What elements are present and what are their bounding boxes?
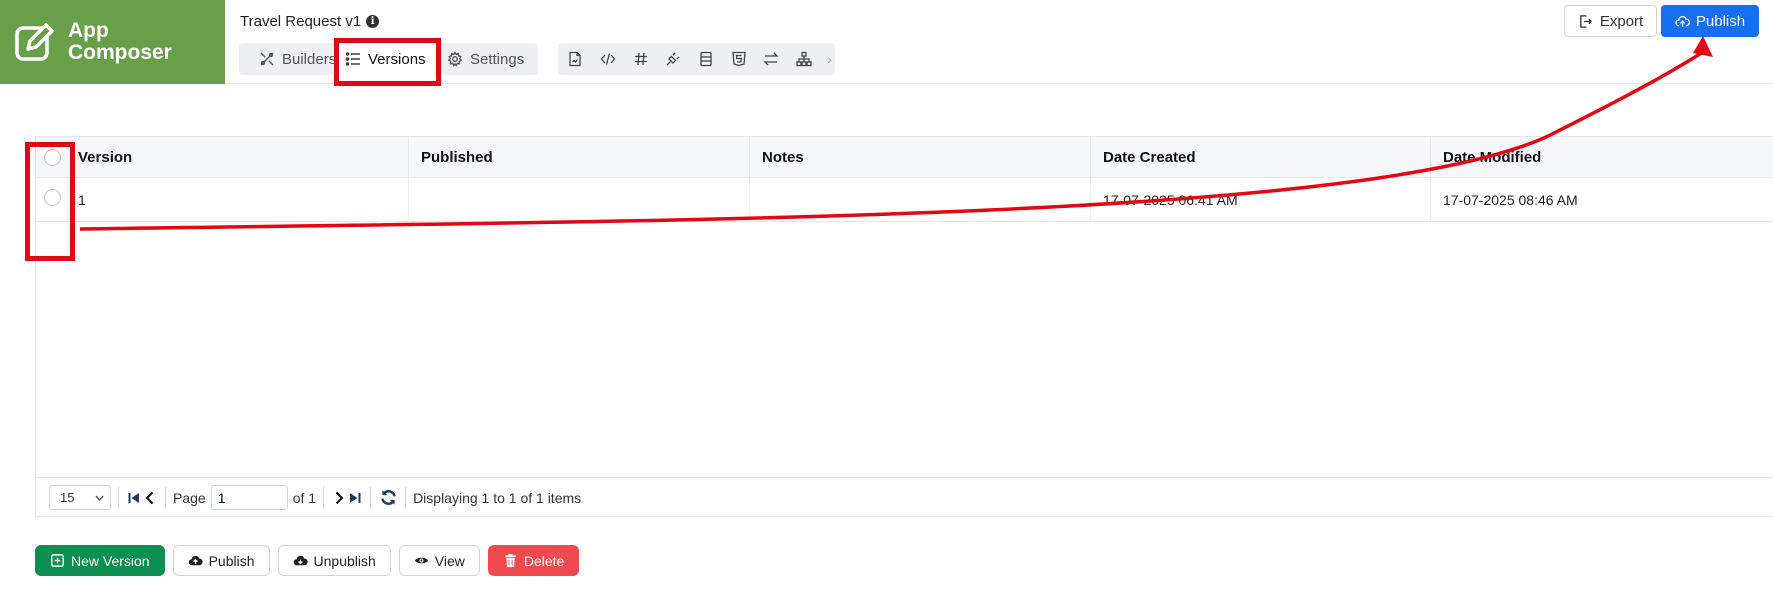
table-icon[interactable] xyxy=(697,50,716,69)
publish-top-button[interactable]: Publish xyxy=(1661,5,1759,37)
cell-date-modified: 17-07-2025 08:46 AM xyxy=(1430,178,1770,222)
edit-icon xyxy=(15,23,54,61)
cloud-upload-icon xyxy=(1675,15,1690,27)
column-header-notes[interactable]: Notes xyxy=(749,137,1090,178)
app-logo[interactable]: App Composer xyxy=(0,0,225,84)
page-size-select[interactable]: 15 xyxy=(49,485,111,510)
cell-published xyxy=(408,178,749,222)
code-icon[interactable] xyxy=(599,50,618,69)
select-all-radio[interactable] xyxy=(44,149,61,166)
tab-versions[interactable]: Versions xyxy=(335,43,436,75)
hash-icon[interactable] xyxy=(631,50,650,69)
first-page-icon[interactable] xyxy=(126,488,142,508)
publish-button[interactable]: Publish xyxy=(172,545,270,576)
export-icon xyxy=(1579,14,1592,28)
divider xyxy=(323,486,325,509)
html5-icon[interactable] xyxy=(729,50,748,69)
divider xyxy=(370,486,372,509)
column-header-version[interactable]: Version xyxy=(66,137,400,178)
cloud-download-icon xyxy=(293,555,308,566)
sitemap-icon[interactable] xyxy=(794,50,813,69)
cell-date-created: 17-07-2025 06:41 AM xyxy=(1090,178,1430,222)
plus-square-icon xyxy=(51,554,64,567)
divider xyxy=(118,486,119,509)
app-header: App Composer Travel Request v1 i Builder… xyxy=(0,0,1773,84)
view-button[interactable]: View xyxy=(398,545,480,576)
next-page-icon[interactable] xyxy=(331,488,347,508)
versions-grid: Version Published Notes Date Created Dat… xyxy=(35,136,1773,517)
divider xyxy=(405,486,407,509)
row-select-radio[interactable] xyxy=(44,189,61,206)
mode-tabs: Builders Versions Settings xyxy=(239,43,538,75)
info-icon[interactable]: i xyxy=(366,15,380,28)
cell-version: 1 xyxy=(78,192,86,208)
eye-icon xyxy=(414,557,428,564)
builder-toolbar: › xyxy=(558,43,835,75)
page-title: Travel Request v1 i xyxy=(240,13,380,30)
chevron-right-icon[interactable]: › xyxy=(827,51,835,67)
plug-icon[interactable] xyxy=(664,50,683,69)
column-header-date-created[interactable]: Date Created xyxy=(1090,137,1430,178)
swap-icon[interactable] xyxy=(762,50,781,69)
last-page-icon[interactable] xyxy=(347,488,363,508)
pagination-status: Displaying 1 to 1 of 1 items xyxy=(413,489,582,506)
action-bar: New Version Publish Unpublish View Delet… xyxy=(35,545,580,576)
page-number-input[interactable] xyxy=(210,485,288,510)
prev-page-icon[interactable] xyxy=(142,488,158,508)
column-header-date-modified[interactable]: Date Modified xyxy=(1430,137,1770,178)
list-icon xyxy=(345,52,360,66)
export-button[interactable]: Export xyxy=(1564,5,1657,37)
file-icon[interactable] xyxy=(566,50,585,69)
column-header-published[interactable]: Published xyxy=(408,137,749,178)
tab-settings[interactable]: Settings xyxy=(437,43,534,75)
cloud-upload-icon xyxy=(188,555,203,566)
builders-icon xyxy=(260,52,274,66)
new-version-button[interactable]: New Version xyxy=(35,545,165,576)
chevron-down-icon xyxy=(95,495,104,501)
page-count: of 1 xyxy=(292,489,317,506)
tab-builders[interactable]: Builders xyxy=(249,43,346,75)
unpublish-button[interactable]: Unpublish xyxy=(277,545,391,576)
cell-notes xyxy=(749,178,1090,222)
trash-icon xyxy=(505,553,516,568)
page-label: Page xyxy=(173,489,206,506)
pagination-bar: 15 Page of 1 Displaying 1 to 1 of 1 item… xyxy=(36,477,1773,517)
divider xyxy=(165,486,166,509)
gear-icon xyxy=(447,51,463,67)
table-row[interactable]: 1 17-07-2025 06:41 AM 17-07-2025 08:46 A… xyxy=(36,178,1773,222)
app-name: App Composer xyxy=(68,19,172,64)
refresh-icon[interactable] xyxy=(378,488,398,508)
delete-button[interactable]: Delete xyxy=(487,545,580,576)
grid-header: Version Published Notes Date Created Dat… xyxy=(36,137,1773,178)
